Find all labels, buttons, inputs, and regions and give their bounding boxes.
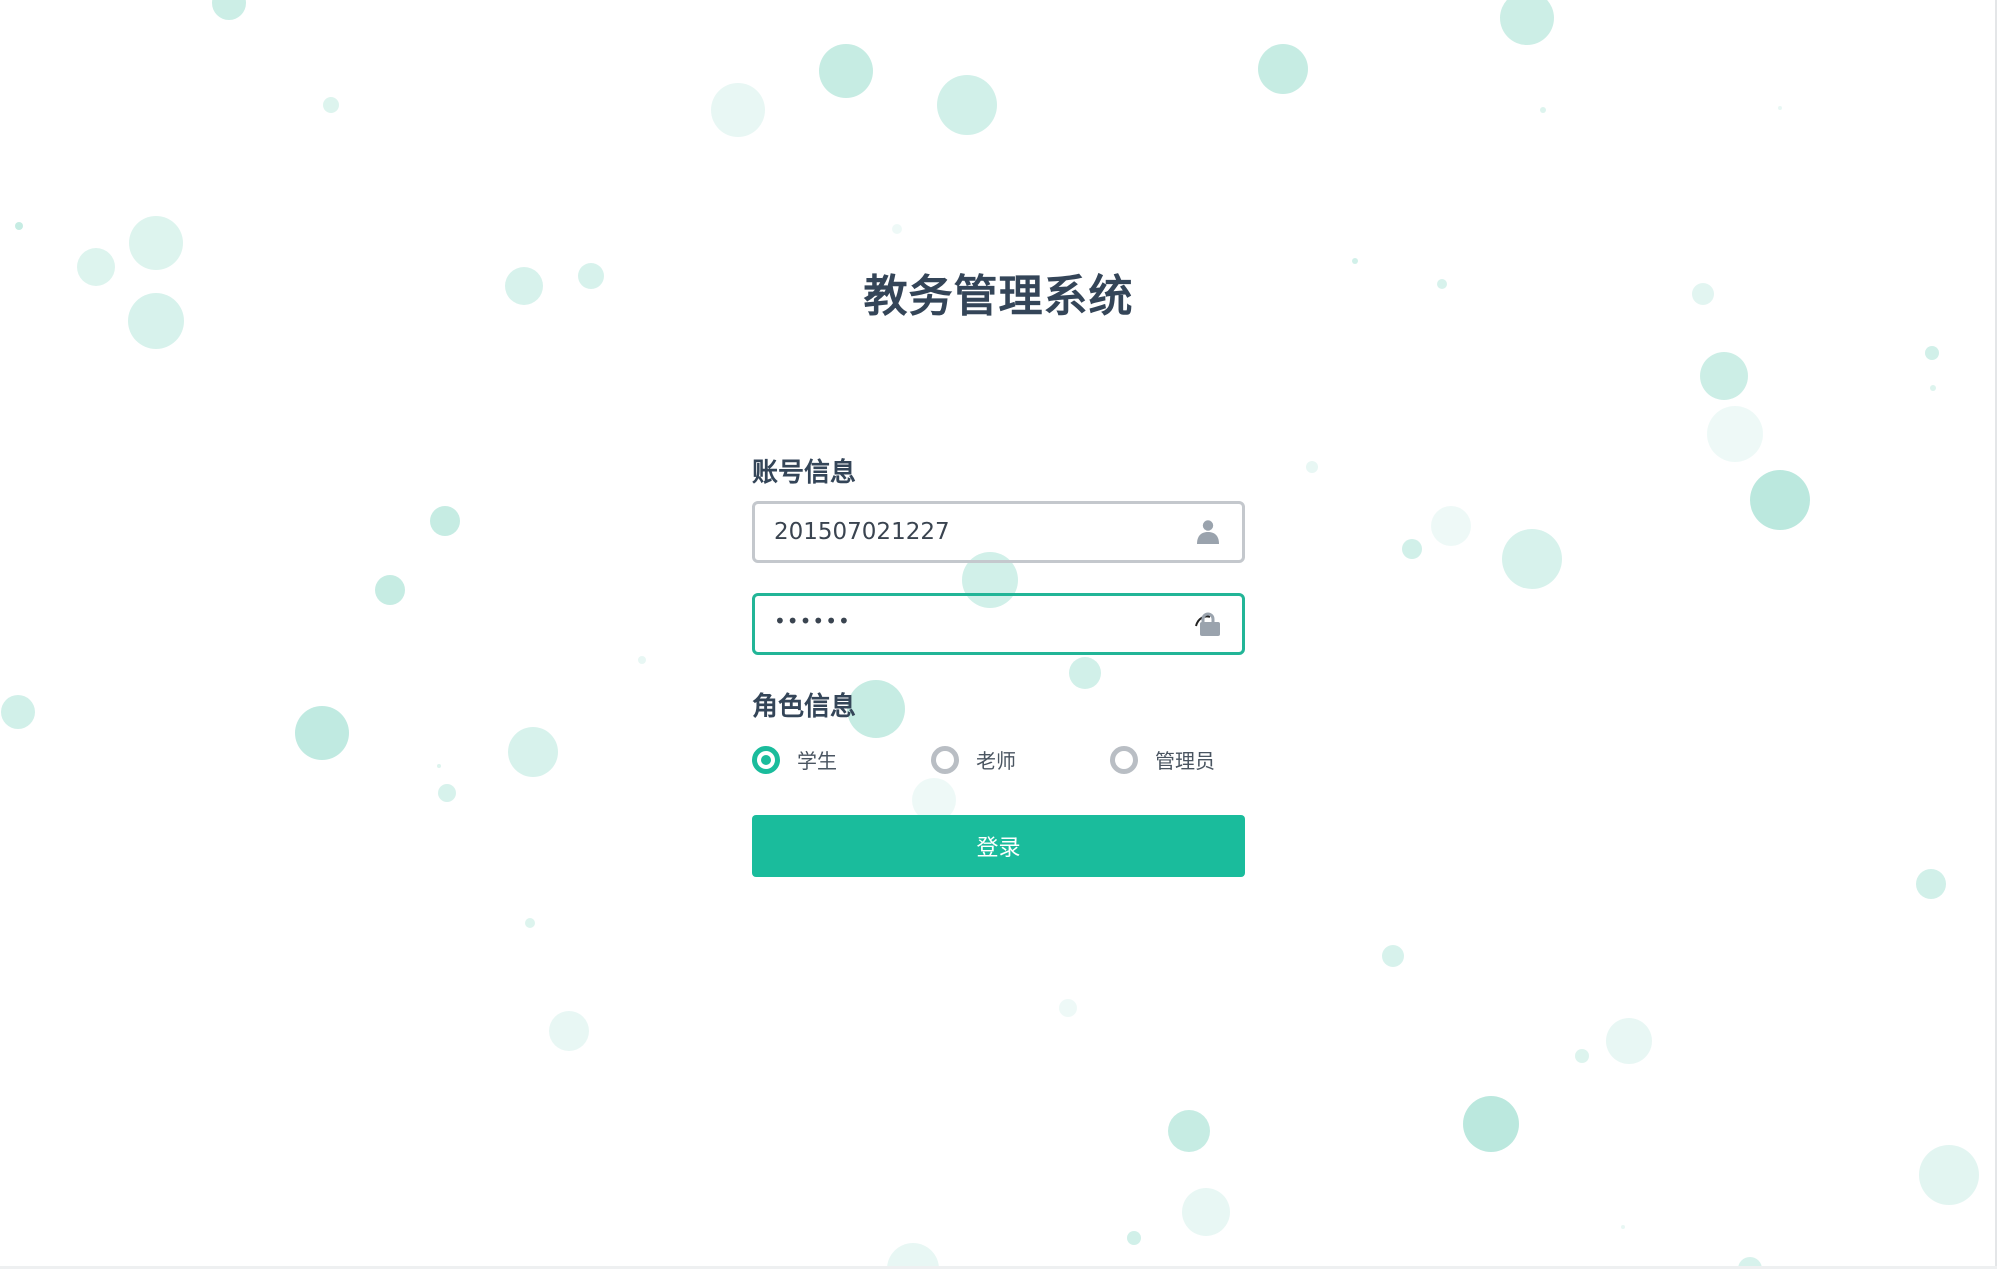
background-bubble: [1575, 1049, 1589, 1063]
background-bubble: [1621, 1225, 1625, 1229]
role-radio-teacher[interactable]: 老师: [931, 745, 1016, 774]
page-title: 教务管理系统: [863, 271, 1134, 322]
background-bubble: [1502, 529, 1562, 589]
background-bubble: [892, 224, 902, 234]
role-radio-label: 老师: [976, 749, 1016, 773]
background-bubble: [1168, 1110, 1210, 1152]
background-bubble: [1916, 869, 1946, 899]
background-bubble: [437, 764, 441, 768]
role-radio-label: 管理员: [1155, 749, 1215, 773]
role-radio-admin[interactable]: 管理员: [1110, 745, 1215, 774]
background-bubble: [1306, 461, 1318, 473]
background-bubble: [438, 784, 456, 802]
background-bubble: [1925, 346, 1939, 360]
role-radio-group: 学生 老师 管理员: [752, 745, 1245, 779]
background-bubble: [375, 575, 405, 605]
login-page: 教务管理系统 账号信息 201507021227 •••••• 角色信息 学生: [0, 0, 1997, 1269]
role-radio-student[interactable]: 学生: [752, 745, 837, 774]
background-bubble: [1500, 0, 1554, 45]
user-icon: [1197, 520, 1219, 544]
background-bubble: [1930, 385, 1936, 391]
background-bubble: [1700, 352, 1748, 400]
background-bubble: [1258, 44, 1308, 94]
login-button[interactable]: 登录: [752, 815, 1245, 877]
background-bubble: [1750, 470, 1810, 530]
background-bubble: [1, 695, 35, 729]
password-field[interactable]: ••••••: [752, 593, 1245, 655]
background-bubble: [638, 656, 646, 664]
background-bubble: [1540, 107, 1546, 113]
account-section-label: 账号信息: [752, 458, 857, 488]
username-value: 201507021227: [774, 519, 950, 545]
background-bubble: [1127, 1231, 1141, 1245]
username-field[interactable]: 201507021227: [752, 501, 1245, 563]
background-bubble: [295, 706, 349, 760]
background-bubble: [711, 83, 765, 137]
radio-unchecked-icon: [1110, 745, 1138, 774]
role-radio-label: 学生: [797, 749, 837, 773]
background-bubble: [1463, 1096, 1519, 1152]
background-bubble: [1606, 1018, 1652, 1064]
background-bubble: [819, 44, 873, 98]
password-value: ••••••: [774, 609, 851, 633]
background-bubble: [1182, 1188, 1230, 1236]
background-bubble: [508, 727, 558, 777]
role-section-label: 角色信息: [752, 692, 857, 722]
background-bubble: [1778, 106, 1782, 110]
background-bubble: [430, 506, 460, 536]
radio-unchecked-icon: [931, 745, 959, 774]
background-bubble: [323, 97, 339, 113]
radio-checked-icon: [752, 745, 780, 774]
background-bubble: [525, 918, 535, 928]
background-bubble: [1707, 406, 1763, 462]
background-bubble: [1059, 999, 1077, 1017]
background-bubble: [549, 1011, 589, 1051]
login-form: 账号信息 201507021227 •••••• 角色信息 学生 老师 管理员 …: [752, 455, 1245, 877]
background-bubble: [1919, 1145, 1979, 1205]
background-bubble: [1402, 539, 1422, 559]
background-bubble: [212, 0, 246, 20]
lock-icon: [1195, 612, 1220, 636]
background-bubble: [937, 75, 997, 135]
background-bubble: [1382, 945, 1404, 967]
background-bubble: [1431, 506, 1471, 546]
background-bubble: [15, 222, 23, 230]
